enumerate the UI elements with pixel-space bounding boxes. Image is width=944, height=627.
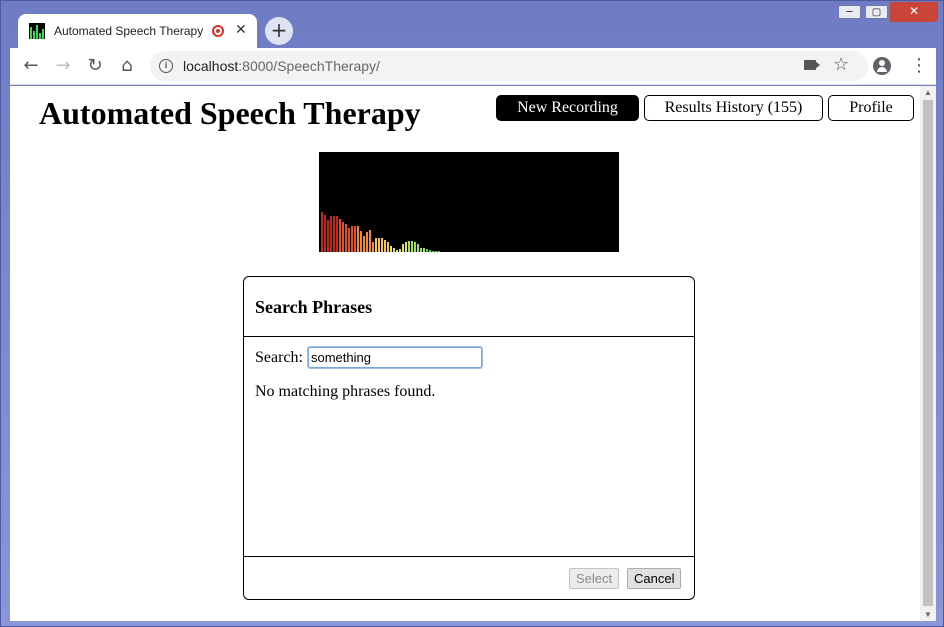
tab-title: Automated Speech Therapy <box>54 24 204 38</box>
visualizer-bar <box>354 226 356 252</box>
page-content: Automated Speech Therapy New Recording R… <box>10 86 936 621</box>
app-favicon-icon <box>29 23 45 39</box>
bookmark-star-icon[interactable]: ☆ <box>833 54 849 75</box>
account-icon[interactable] <box>873 57 891 75</box>
page-scrollbar[interactable]: ▲ ▼ <box>920 86 936 621</box>
dialog-header: Search Phrases <box>244 277 694 337</box>
visualizer-bar <box>369 230 371 252</box>
visualizer-bar <box>360 231 362 252</box>
cancel-button[interactable]: Cancel <box>627 568 682 589</box>
visualizer-bar <box>411 241 413 252</box>
select-button[interactable]: Select <box>569 568 620 589</box>
tab-close-icon[interactable]: ✕ <box>235 22 247 38</box>
visualizer-bar <box>387 242 389 252</box>
dialog-title: Search Phrases <box>255 297 373 317</box>
visualizer-bar <box>327 220 329 252</box>
visualizer-bar <box>384 240 386 252</box>
visualizer-bar <box>408 241 410 252</box>
page-title: Automated Speech Therapy <box>39 95 421 131</box>
reload-icon[interactable]: ↻ <box>83 54 107 78</box>
visualizer-bar <box>426 249 428 252</box>
scroll-up-icon[interactable]: ▲ <box>924 88 932 97</box>
visualizer-bar <box>336 216 338 252</box>
visualizer-bar <box>321 212 323 252</box>
visualizer-bar <box>417 244 419 252</box>
visualizer-bar <box>393 248 395 252</box>
visualizer-bar <box>399 249 401 252</box>
info-icon[interactable]: i <box>159 59 173 73</box>
scroll-thumb[interactable] <box>923 100 933 606</box>
visualizer-bar <box>333 216 335 252</box>
visualizer-bar <box>432 251 434 252</box>
visualizer-bar <box>429 250 431 252</box>
browser-tab[interactable]: Automated Speech Therapy ✕ <box>18 14 257 48</box>
search-label: Search: <box>255 348 303 366</box>
visualizer-bar <box>324 215 326 252</box>
visualizer-bar <box>420 248 422 252</box>
visualizer-bar <box>438 251 440 252</box>
search-phrases-dialog: Search Phrases Search: No matching phras… <box>243 276 695 600</box>
minimize-button[interactable]: ─ <box>836 2 863 22</box>
empty-results-message: No matching phrases found. <box>255 383 436 400</box>
profile-button[interactable]: Profile <box>828 95 914 121</box>
close-window-button[interactable]: ✕ <box>890 2 938 22</box>
results-history-button[interactable]: Results History (155) <box>644 95 823 121</box>
visualizer-bar <box>363 236 365 252</box>
visualizer-bar <box>357 226 359 252</box>
scroll-down-icon[interactable]: ▼ <box>924 610 932 619</box>
url-text[interactable]: localhost:8000/SpeechTherapy/ <box>183 58 380 74</box>
browser-window: Automated Speech Therapy ✕ + ─ ▢ ✕ ← → ↻… <box>0 0 944 627</box>
home-icon[interactable]: ⌂ <box>115 54 139 78</box>
visualizer-bar <box>378 238 380 252</box>
visualizer-bar <box>405 242 407 252</box>
visualizer-bar <box>381 238 383 252</box>
title-bar: Automated Speech Therapy ✕ + ─ ▢ ✕ <box>1 1 943 48</box>
visualizer-bar <box>414 242 416 252</box>
visualizer-bar <box>375 238 377 252</box>
visualizer-bar <box>351 226 353 252</box>
visualizer-bar <box>330 216 332 252</box>
back-arrow-icon[interactable]: ← <box>19 54 43 78</box>
maximize-button[interactable]: ▢ <box>863 2 890 22</box>
visualizer-bar <box>390 246 392 252</box>
more-menu-icon[interactable]: ⋮ <box>910 54 928 78</box>
visualizer-bar <box>348 228 350 252</box>
visualizer-bar <box>339 219 341 252</box>
visualizer-bar <box>345 224 347 252</box>
camera-icon[interactable] <box>804 60 820 70</box>
forward-arrow-icon[interactable]: → <box>51 54 75 78</box>
visualizer-bar <box>435 251 437 252</box>
url-path: :8000/SpeechTherapy/ <box>238 58 380 74</box>
audio-visualizer <box>319 152 619 252</box>
visualizer-bar <box>396 250 398 252</box>
new-tab-button[interactable]: + <box>265 17 293 45</box>
dialog-body: Search: No matching phrases found. <box>244 337 694 557</box>
visualizer-bar <box>402 244 404 252</box>
address-bar[interactable]: i localhost:8000/SpeechTherapy/ ☆ <box>150 51 868 81</box>
recording-indicator-icon <box>212 25 224 37</box>
visualizer-bar <box>366 232 368 252</box>
visualizer-bar <box>342 222 344 252</box>
url-host: localhost <box>183 58 239 74</box>
search-input[interactable] <box>306 346 483 369</box>
visualizer-bar <box>372 242 374 252</box>
new-recording-button[interactable]: New Recording <box>496 95 639 121</box>
visualizer-bar <box>423 248 425 252</box>
dialog-footer: Select Cancel <box>244 557 694 599</box>
browser-toolbar: ← → ↻ ⌂ i localhost:8000/SpeechTherapy/ … <box>10 48 936 85</box>
